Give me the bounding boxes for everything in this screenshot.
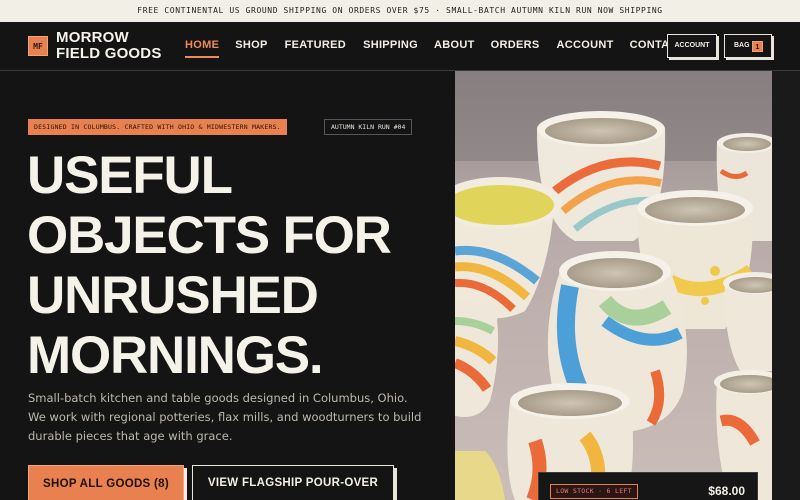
headline-line-4: MORNINGS.	[27, 326, 324, 385]
nav-item-shop[interactable]: SHOP	[235, 39, 267, 51]
hero-headline: USEFUL OBJECTS FOR UNRUSHED MORNINGS.	[27, 146, 447, 386]
announcement-bar: FREE CONTINENTAL US GROUND SHIPPING ON O…	[0, 0, 800, 22]
brand-name-line-2: FIELD GOODS	[56, 45, 162, 62]
nav-links: HOME SHOP FEATURED SHIPPING ABOUT ORDERS…	[185, 39, 685, 58]
main-navigation: MF MORROW FIELD GOODS HOME SHOP FEATURED…	[0, 22, 800, 71]
nav-item-account[interactable]: ACCOUNT	[557, 39, 614, 51]
kiln-run-badge: AUTUMN KILN RUN #04	[324, 119, 413, 135]
origin-badge: DESIGNED IN COLUMBUS. CRAFTED WITH OHIO …	[28, 119, 287, 135]
hero-subtext: Small-batch kitchen and table goods desi…	[28, 391, 422, 443]
hero-product-photo	[455, 71, 772, 500]
brand-name[interactable]: MORROW FIELD GOODS	[56, 30, 162, 62]
nav-item-featured[interactable]: FEATURED	[285, 39, 346, 51]
ceramic-cups-illustration	[455, 71, 772, 500]
product-price: $68.00	[708, 484, 745, 498]
headline-line-3: UNRUSHED	[27, 266, 319, 325]
nav-item-shipping[interactable]: SHIPPING	[363, 39, 418, 51]
bag-count-badge: 1	[752, 41, 763, 52]
account-button[interactable]: ACCOUNT	[667, 34, 717, 58]
nav-item-about[interactable]: ABOUT	[434, 39, 475, 51]
nav-item-orders[interactable]: ORDERS	[491, 39, 540, 51]
bag-button-label: BAG	[734, 42, 750, 49]
brand-logo-mark[interactable]: MF	[28, 36, 48, 56]
shop-all-goods-button[interactable]: SHOP ALL GOODS (8)	[28, 465, 184, 500]
nav-item-home[interactable]: HOME	[185, 39, 220, 58]
brand-name-line-1: MORROW	[56, 29, 129, 46]
headline-line-1: USEFUL	[27, 146, 233, 205]
bag-button[interactable]: BAG 1	[724, 34, 772, 58]
view-flagship-button[interactable]: VIEW FLAGSHIP POUR-OVER	[192, 465, 394, 500]
featured-product-card[interactable]: LOW STOCK · 6 LEFT $68.00	[538, 472, 758, 500]
page-edge-strip	[772, 71, 800, 500]
headline-line-2: OBJECTS FOR	[27, 206, 392, 265]
low-stock-badge: LOW STOCK · 6 LEFT	[550, 484, 638, 499]
